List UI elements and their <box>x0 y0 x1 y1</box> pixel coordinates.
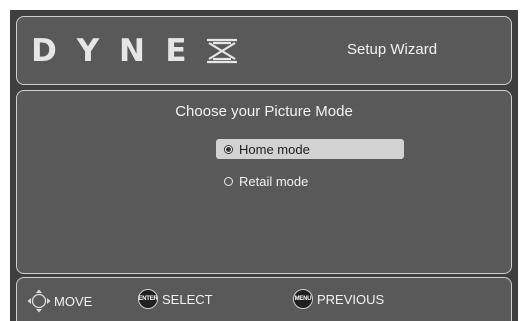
x-logo-icon <box>207 38 237 64</box>
hint-move: MOVE <box>27 289 92 313</box>
option-retail-mode[interactable]: Retail mode <box>216 171 336 191</box>
enter-button-icon: ENTER <box>138 289 158 309</box>
hint-select: ENTER SELECT <box>138 289 213 309</box>
wizard-title: Setup Wizard <box>347 41 438 58</box>
menu-button-icon: MENU <box>293 289 313 309</box>
hint-previous: MENU PREVIOUS <box>293 289 384 309</box>
picture-mode-prompt: Choose your Picture Mode <box>175 103 353 120</box>
option-label: Retail mode <box>239 173 309 189</box>
option-label: Home mode <box>239 141 310 157</box>
hint-label: SELECT <box>162 291 213 307</box>
footer-panel: MOVE ENTER SELECT MENU PREVIOUS <box>16 277 512 321</box>
tv-screen: D Y N E Setup Wizard Choose your Picture… <box>10 10 518 321</box>
option-home-mode[interactable]: Home mode <box>216 139 404 159</box>
hint-label: MOVE <box>54 293 93 309</box>
radio-unselected-icon <box>224 176 233 186</box>
radio-selected-icon <box>224 144 233 154</box>
dynex-logo: D Y N E <box>29 31 239 71</box>
hint-label: PREVIOUS <box>317 291 385 307</box>
dpad-icon <box>27 289 51 313</box>
header-panel: D Y N E Setup Wizard <box>16 16 512 85</box>
picture-mode-panel: Choose your Picture Mode Home mode Retai… <box>16 90 512 274</box>
